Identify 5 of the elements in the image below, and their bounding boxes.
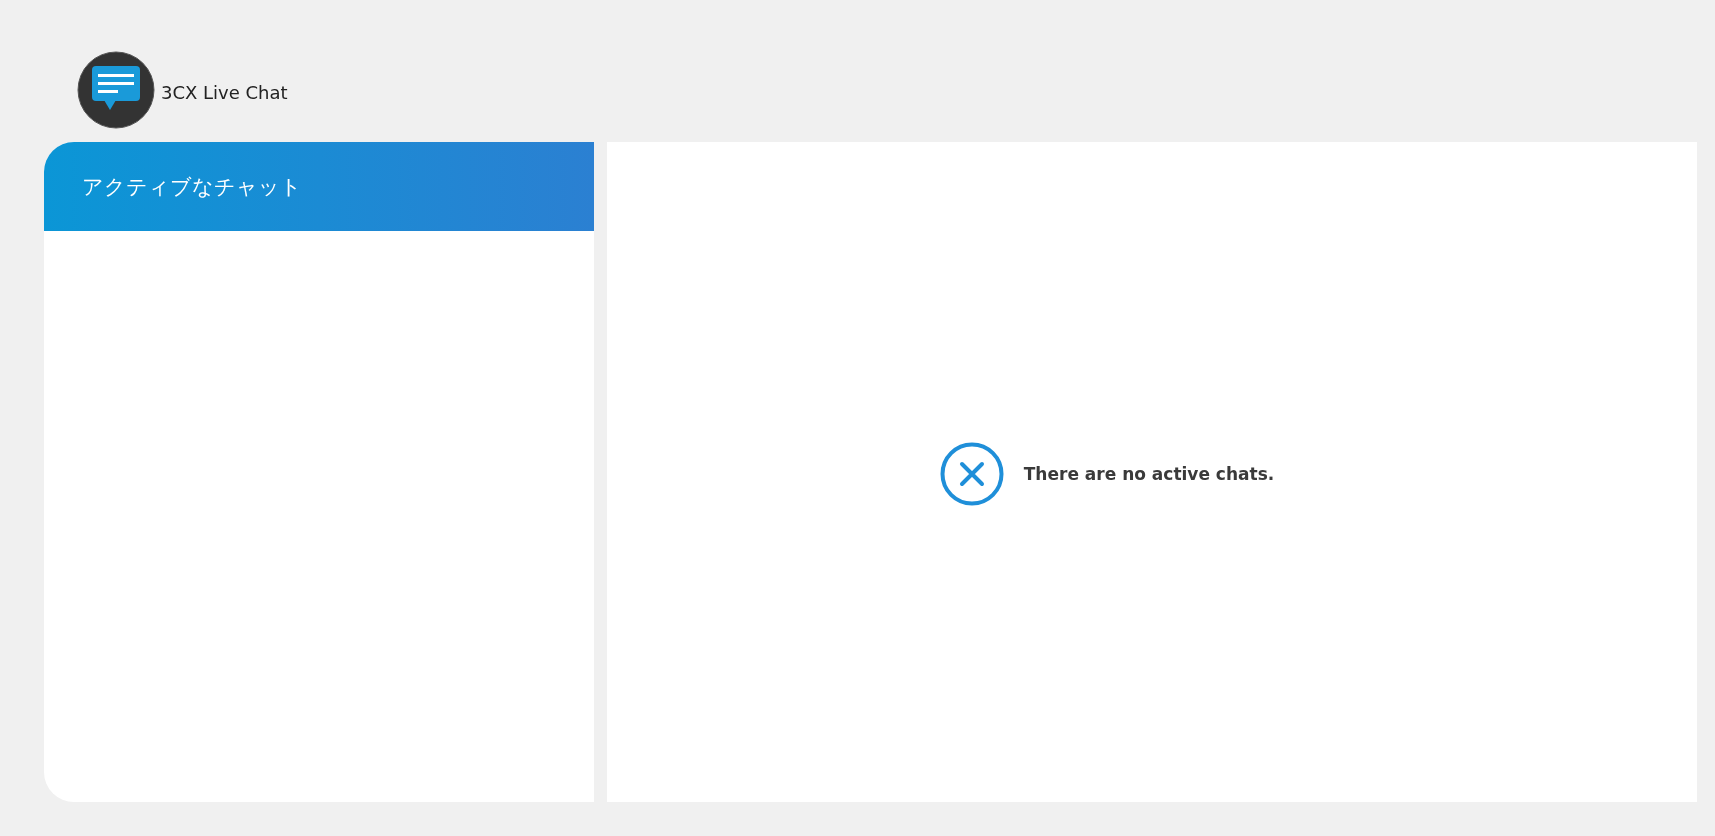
close-circle-icon: [939, 442, 1004, 506]
app-title: 3CX Live Chat: [161, 81, 288, 103]
empty-message: There are no active chats.: [1023, 464, 1275, 484]
sidebar-title: アクティブなチャット: [82, 173, 302, 201]
chat-logo-icon: [77, 51, 155, 129]
